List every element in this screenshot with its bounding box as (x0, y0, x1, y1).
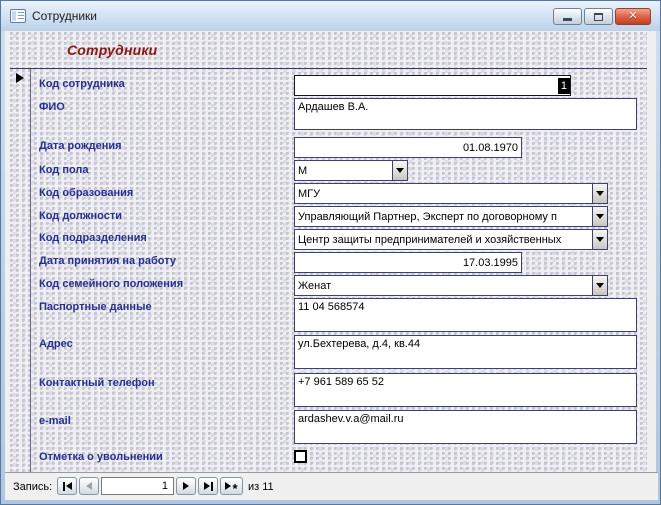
form-icon (10, 9, 26, 23)
field-label-phone: Контактный телефон (39, 377, 155, 389)
chevron-down-icon (596, 283, 604, 288)
department-code-combobox[interactable]: Центр защиты предпринимателей и хозяйств… (294, 229, 608, 250)
marital-status-combobox[interactable]: Женат (294, 275, 608, 296)
position-dropdown-arrow[interactable] (592, 207, 607, 226)
close-button[interactable]: ✕ (615, 8, 651, 25)
last-record-button[interactable] (198, 477, 218, 495)
current-record-arrow-icon (16, 73, 24, 83)
new-record-icon (225, 482, 231, 490)
field-label-department-code: Код подразделения (39, 232, 147, 244)
record-navigator: Запись: 1 * из 11 (5, 473, 658, 500)
field-label-education-code: Код образования (39, 187, 133, 199)
field-label-birth-date: Дата рождения (39, 140, 122, 152)
field-label-employee-code: Код сотрудника (39, 78, 125, 90)
new-record-button[interactable]: * (220, 477, 243, 495)
chevron-down-icon (396, 168, 404, 173)
record-count-label: из 11 (248, 481, 274, 493)
field-label-hire-date: Дата принятия на работу (39, 255, 176, 267)
field-label-marital-status: Код семейного положения (39, 278, 183, 290)
titlebar: Сотрудники ✕ (1, 1, 660, 31)
education-dropdown-arrow[interactable] (592, 184, 607, 203)
fio-input[interactable]: Ардашев В.А. (294, 98, 637, 130)
field-label-address: Адрес (39, 338, 73, 350)
close-icon: ✕ (628, 11, 637, 22)
next-record-icon (183, 482, 189, 490)
gender-code-combobox[interactable]: М (294, 160, 408, 181)
chevron-down-icon (596, 214, 604, 219)
education-code-combobox[interactable]: МГУ (294, 183, 608, 204)
chevron-down-icon (596, 191, 604, 196)
form-client-area: Сотрудники Код сотрудника ФИО Дата рожде… (5, 31, 656, 500)
phone-input[interactable]: +7 961 589 65 52 (294, 373, 637, 407)
marital-dropdown-arrow[interactable] (592, 276, 607, 295)
passport-data-input[interactable]: 11 04 568574 (294, 298, 637, 332)
minimize-button[interactable] (553, 8, 582, 25)
minimize-icon (563, 18, 572, 21)
field-label-fio: ФИО (39, 101, 65, 113)
previous-record-button[interactable] (79, 477, 99, 495)
current-record-input[interactable]: 1 (101, 477, 174, 495)
chevron-down-icon (596, 237, 604, 242)
selected-text: 1 (558, 78, 570, 94)
form-header-title: Сотрудники (67, 42, 157, 58)
next-record-button[interactable] (176, 477, 196, 495)
previous-record-icon (86, 482, 92, 490)
form-body: Сотрудники Код сотрудника ФИО Дата рожде… (10, 32, 647, 475)
field-label-position-code: Код должности (39, 210, 122, 222)
field-label-gender-code: Код пола (39, 164, 89, 176)
first-record-icon (63, 482, 65, 491)
birth-date-input[interactable]: 01.08.1970 (294, 137, 522, 158)
address-input[interactable]: ул.Бехтерева, д.4, кв.44 (294, 335, 637, 369)
maximize-button[interactable] (584, 8, 613, 25)
first-record-button[interactable] (57, 477, 77, 495)
access-form-window: Сотрудники ✕ Сотрудники Код сотрудника Ф… (0, 0, 661, 505)
gender-dropdown-arrow[interactable] (392, 161, 407, 180)
field-label-dismissal: Отметка о увольнении (39, 451, 163, 463)
email-input[interactable]: ardashev.v.a@mail.ru (294, 410, 637, 444)
window-title: Сотрудники (32, 9, 97, 23)
department-dropdown-arrow[interactable] (592, 230, 607, 249)
hire-date-input[interactable]: 17.03.1995 (294, 252, 522, 273)
field-label-passport-data: Паспортные данные (39, 301, 152, 313)
record-label: Запись: (13, 481, 52, 493)
field-label-email: e-mail (39, 415, 71, 427)
employee-code-input[interactable]: 1 (294, 75, 571, 96)
position-code-combobox[interactable]: Управляющий Партнер, Эксперт по договорн… (294, 206, 608, 227)
record-selector-bar[interactable] (10, 69, 31, 475)
last-record-icon (204, 482, 210, 490)
dismissal-checkbox[interactable] (294, 450, 307, 463)
header-divider (10, 68, 647, 69)
maximize-icon (594, 13, 603, 21)
